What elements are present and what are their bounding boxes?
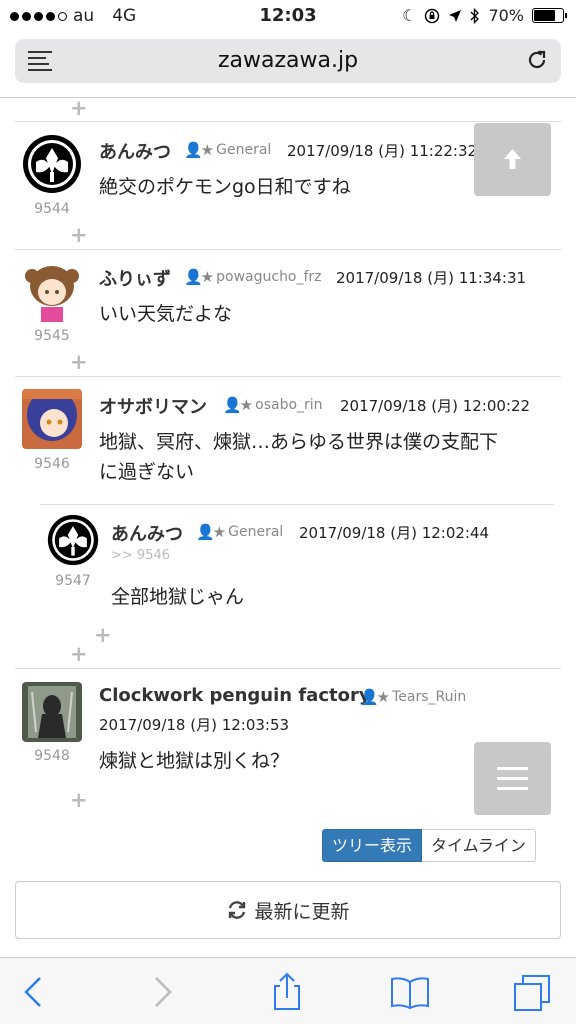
post-body: 煉獄と地獄は別くね？	[99, 750, 290, 772]
menu-icon	[497, 767, 528, 790]
forward-icon[interactable]	[142, 972, 182, 1012]
poster-role: 👤★ General	[184, 141, 272, 159]
poster-role: 👤★ powagucho_frz	[184, 268, 322, 286]
reply-anchor-link[interactable]: >> 9546	[111, 548, 170, 563]
expand-plus-icon[interactable]: +	[70, 790, 88, 811]
post-body-line1: 地獄、冥府、煉獄…あらゆる世界は僕の支配下	[99, 431, 499, 453]
avatar-blue-hair-girl	[22, 389, 82, 449]
poster-role: 👤★ osabo_rin	[223, 396, 323, 414]
tab-tree-view[interactable]: ツリー表示	[322, 829, 423, 862]
poster-name: オサボリマン	[99, 397, 207, 418]
poster-name: ふりぃず	[99, 269, 171, 290]
user-star-icon: 👤★	[360, 688, 390, 706]
moon-icon: ☾	[402, 6, 417, 25]
tabs-icon[interactable]	[513, 972, 553, 1012]
post-divider	[15, 121, 561, 122]
post-number[interactable]: 9544	[17, 201, 87, 217]
arrow-up-icon	[504, 149, 521, 169]
reload-icon[interactable]	[525, 48, 549, 72]
poster-role: 👤★ General	[196, 523, 284, 541]
poster-name: あんみつ	[99, 142, 171, 163]
post-date: 2017/09/18 (月) 11:34:31	[336, 269, 527, 287]
scroll-top-button[interactable]	[474, 123, 551, 196]
user-star-icon: 👤★	[223, 396, 253, 414]
url-text[interactable]: zawazawa.jp	[15, 48, 561, 73]
post-body: いい天気だよな	[99, 303, 233, 325]
user-star-icon: 👤★	[184, 141, 214, 159]
post-number[interactable]: 9548	[17, 748, 87, 764]
expand-plus-icon[interactable]: +	[70, 352, 88, 373]
address-bar[interactable]: zawazawa.jp	[15, 39, 561, 83]
refresh-label: 最新に更新	[254, 900, 350, 923]
expand-plus-icon[interactable]: +	[70, 225, 88, 246]
post-divider	[15, 668, 561, 669]
poster-name: Clockwork penguin factory	[99, 685, 371, 706]
battery-icon	[532, 8, 567, 23]
avatar-family-crest	[23, 135, 81, 193]
bluetooth-icon	[470, 7, 480, 24]
post-date: 2017/09/18 (月) 12:00:22	[340, 397, 531, 415]
share-icon[interactable]	[267, 972, 307, 1012]
avatar-anime-girl	[22, 262, 82, 322]
post-date: 2017/09/18 (月) 11:22:32	[287, 142, 478, 160]
bookmarks-icon[interactable]	[390, 972, 430, 1012]
expand-plus-icon[interactable]: +	[70, 644, 88, 665]
avatar-dark-figure	[22, 682, 82, 742]
poster-role: 👤★ Tears_Ruin	[360, 688, 467, 706]
browser-toolbar	[0, 957, 576, 1024]
orientation-lock-icon	[425, 8, 440, 23]
post-date: 2017/09/18 (月) 12:02:44	[299, 524, 490, 542]
post-divider	[15, 249, 561, 250]
post-divider	[15, 376, 561, 377]
status-bar: au 4G 12:03 ☾ 70%	[0, 0, 576, 32]
refresh-button[interactable]: 最新に更新	[15, 881, 561, 939]
user-star-icon: 👤★	[196, 523, 226, 541]
back-icon[interactable]	[14, 972, 54, 1012]
poster-name: あんみつ	[111, 524, 183, 545]
avatar-family-crest	[47, 514, 99, 566]
floating-menu-button[interactable]	[474, 742, 551, 815]
battery-percent: 70%	[488, 6, 524, 25]
post-body: 絶交のポケモンgo日和ですね	[99, 176, 351, 198]
tab-timeline[interactable]: タイムライン	[422, 829, 536, 862]
refresh-icon	[229, 901, 246, 919]
post-date: 2017/09/18 (月) 12:03:53	[99, 716, 290, 734]
post-number[interactable]: 9547	[38, 573, 108, 589]
post-number[interactable]: 9546	[17, 456, 87, 472]
post-body-line2: に過ぎない	[99, 461, 195, 483]
location-icon	[449, 9, 462, 22]
expand-plus-icon[interactable]: +	[70, 98, 88, 119]
expand-plus-icon[interactable]: +	[94, 625, 112, 646]
view-toggle: ツリー表示 タイムライン	[322, 829, 536, 862]
post-body: 全部地獄じゃん	[111, 586, 245, 608]
reply-divider	[40, 504, 554, 505]
post-number[interactable]: 9545	[17, 328, 87, 344]
user-star-icon: 👤★	[184, 268, 214, 286]
